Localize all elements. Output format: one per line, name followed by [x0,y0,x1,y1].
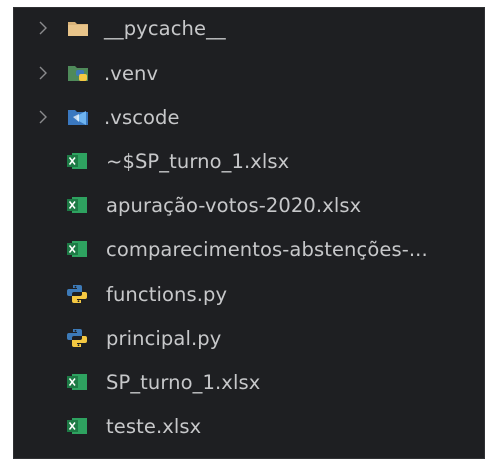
excel-file-icon [66,416,88,436]
tree-item-file[interactable]: SP_turno_1.xlsx [14,364,484,400]
chevron-right-icon[interactable] [33,18,53,38]
excel-file-icon [66,372,88,392]
tree-item-label: SP_turno_1.xlsx [106,370,261,394]
tree-item-label: functions.py [106,282,228,306]
tree-item-label: teste.xlsx [106,414,202,438]
tree-item-label: principal.py [106,326,222,350]
vscode-folder-icon [67,107,89,127]
excel-file-icon [66,151,88,171]
chevron-right-icon[interactable] [33,107,53,127]
tree-item-file[interactable]: teste.xlsx [14,408,484,444]
folder-icon [67,18,89,38]
python-file-icon [66,328,88,348]
tree-item-pycache[interactable]: __pycache__ [14,10,484,46]
tree-item-file[interactable]: comparecimentos-abstenções-... [14,231,484,267]
chevron-right-icon[interactable] [33,63,53,83]
tree-item-label: .vscode [104,105,180,129]
tree-item-file[interactable]: apuração-votos-2020.xlsx [14,187,484,223]
tree-item-label: ~$SP_turno_1.xlsx [106,149,290,173]
tree-item-venv[interactable]: .venv [14,55,484,91]
tree-item-file[interactable]: ~$SP_turno_1.xlsx [14,143,484,179]
tree-item-label: __pycache__ [104,16,226,40]
tree-item-file[interactable]: principal.py [14,320,484,356]
excel-file-icon [66,239,88,259]
excel-file-icon [66,195,88,215]
tree-item-label: .venv [104,61,159,85]
file-explorer-panel: __pycache__ .venv .vscode ~$SP_turno_1.x… [13,7,485,459]
tree-item-file[interactable]: functions.py [14,276,484,312]
tree-item-label: comparecimentos-abstenções-... [106,237,428,261]
tree-item-label: apuração-votos-2020.xlsx [106,193,362,217]
python-file-icon [66,284,88,304]
python-folder-icon [67,63,89,83]
tree-item-vscode[interactable]: .vscode [14,99,484,135]
